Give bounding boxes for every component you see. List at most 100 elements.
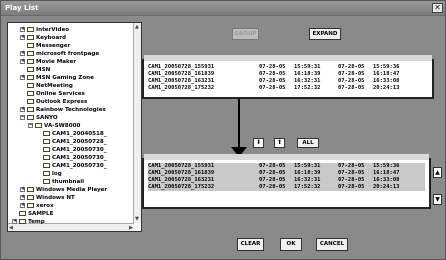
tree-item[interactable]: + microsoft frontpage	[20, 50, 99, 58]
list-row[interactable]: CAM1_20050728_175232 07-28-05 17:52:32 07-2…	[148, 184, 425, 191]
move-up-button[interactable]: ⬆	[274, 138, 285, 148]
tree-item[interactable]: − VA-SW8000	[28, 122, 80, 130]
lower-file-list[interactable]: CAM1_20050728_155931 07-28-05 15:59:31 07-2…	[142, 154, 431, 209]
expand-toggle-icon[interactable]: +	[20, 195, 25, 200]
list-row[interactable]: CAM1_20050728_161839 07-28-05 16:18:39 07-2…	[148, 71, 428, 78]
play-list-window: Play List ✕ ▲ ▼ ◀ ▶ + InterVideo + Keyboard…	[0, 0, 446, 260]
tree-item[interactable]: + Temp	[12, 218, 45, 226]
cell-time2: 16:33:08	[373, 177, 400, 183]
expand-button[interactable]: EXPAND	[309, 28, 341, 40]
cell-name: CAM1_20050728_161839	[148, 170, 215, 176]
tree-item[interactable]: + Movie Maker	[20, 58, 76, 66]
cell-time1: 15:59:31	[294, 163, 321, 169]
tree-item-label: NetMeeting	[36, 83, 73, 89]
tree-vertical-scrollbar[interactable]: ▲ ▼	[133, 23, 141, 223]
folder-icon	[27, 195, 34, 200]
tree-item-label: CAM1_20050730_	[52, 155, 107, 161]
list-row[interactable]: CAM1_20050728_163231 07-28-05 16:32:31 07-2…	[148, 177, 425, 184]
cell-time2: 20:24:13	[373, 85, 400, 91]
folder-tree[interactable]: ▲ ▼ ◀ ▶ + InterVideo + Keyboard Messenger + mi…	[7, 22, 142, 232]
scroll-up-icon[interactable]: ▲	[135, 24, 139, 30]
cell-end: 07-28-05	[338, 184, 365, 190]
tree-item[interactable]: − SANYO	[20, 114, 58, 122]
list-row[interactable]: CAM1_20050728_155931 07-28-05 15:59:31 07-2…	[148, 163, 425, 170]
cell-start: 07-28-05	[259, 71, 286, 77]
folder-icon	[43, 139, 50, 144]
cell-time2: 16:18:47	[373, 71, 400, 77]
expand-toggle-icon[interactable]: +	[12, 219, 17, 224]
tree-item-label: Outlook Express	[36, 99, 88, 105]
folder-icon	[27, 107, 34, 112]
tree-item[interactable]: Online Services	[20, 90, 85, 98]
title-bar[interactable]: Play List ✕	[1, 1, 445, 16]
list-row[interactable]: CAM1_20050728_175232 07-28-05 17:52:32 07-2…	[148, 85, 428, 92]
tree-item[interactable]: + Windows NT	[20, 194, 75, 202]
tree-item[interactable]: CAM1_20050730_	[36, 162, 107, 170]
cancel-button[interactable]: CANCEL	[316, 238, 348, 251]
expand-toggle-icon[interactable]: +	[20, 187, 25, 192]
tree-item[interactable]: NetMeeting	[20, 82, 73, 90]
expand-toggle-icon[interactable]: +	[20, 107, 25, 112]
tree-item[interactable]: MSN	[20, 66, 50, 74]
tree-item[interactable]: + MSN Gaming Zone	[20, 74, 94, 82]
folder-icon	[27, 99, 34, 104]
tree-item[interactable]: CAM1_20050730_	[36, 146, 107, 154]
cell-name: CAM1_20050728_161839	[148, 71, 215, 77]
tree-item[interactable]: SAMPLE	[12, 210, 53, 218]
ok-button[interactable]: OK	[280, 238, 302, 251]
tree-item[interactable]: + Keyboard	[20, 34, 66, 42]
cell-start: 07-28-05	[259, 184, 286, 190]
tree-item[interactable]: CAM1_20050730_	[36, 154, 107, 162]
expand-toggle-icon[interactable]: +	[20, 75, 25, 80]
tree-item[interactable]: + xerox	[20, 202, 54, 210]
move-down-button[interactable]: ⬇	[253, 138, 264, 148]
all-button[interactable]: ALL	[297, 138, 319, 148]
folder-icon	[27, 187, 34, 192]
tree-item[interactable]: + Rainbow Technologies	[20, 106, 106, 114]
expand-toggle-icon[interactable]: +	[20, 35, 25, 40]
expand-toggle-icon[interactable]: +	[20, 27, 25, 32]
cell-start: 07-28-05	[259, 64, 286, 70]
tree-item[interactable]: Messenger	[20, 42, 70, 50]
tree-item-label: CAM1_20050728_	[52, 139, 107, 145]
scroll-down-icon[interactable]: ▼	[135, 216, 139, 222]
list-row[interactable]: CAM1_20050728_155931 07-28-05 15:59:31 07-2…	[148, 64, 428, 71]
cell-time1: 16:18:39	[294, 71, 321, 77]
tree-item[interactable]: Outlook Express	[20, 98, 87, 106]
tree-item[interactable]: + Windows Media Player	[20, 186, 107, 194]
folder-icon	[43, 131, 50, 136]
group-button[interactable]: GROUP	[232, 28, 259, 40]
expand-toggle-icon[interactable]: +	[20, 51, 25, 56]
upper-file-list[interactable]: CAM1_20050728_155931 07-28-05 15:59:31 07-2…	[142, 55, 434, 99]
expand-toggle-icon[interactable]: +	[20, 59, 25, 64]
tree-item-label: CAM1_20040518_	[52, 131, 107, 137]
list-up-button[interactable]: ▲	[433, 167, 442, 178]
tree-item-label: xerox	[36, 203, 54, 209]
tree-item[interactable]: CAM1_20040518_	[36, 130, 107, 138]
expand-toggle-icon[interactable]: −	[20, 115, 25, 120]
clear-button[interactable]: CLEAR	[237, 238, 264, 251]
cell-time1: 17:52:32	[294, 184, 321, 190]
tree-item-label: thumbnail	[52, 179, 85, 185]
expand-toggle-icon[interactable]: −	[28, 123, 33, 128]
close-button[interactable]: ✕	[432, 3, 443, 13]
folder-icon	[43, 147, 50, 152]
tree-item-label: MSN	[36, 67, 51, 73]
cell-name: CAM1_20050728_175232	[148, 85, 215, 91]
list-row[interactable]: CAM1_20050728_163231 07-28-05 16:32:31 07-2…	[148, 78, 428, 85]
folder-icon	[43, 171, 50, 176]
tree-item[interactable]: + InterVideo	[20, 26, 69, 34]
list-row[interactable]: CAM1_20050728_161839 07-28-05 16:18:39 07-2…	[148, 170, 425, 177]
list-down-button[interactable]: ▼	[433, 194, 442, 205]
arrow-line	[238, 99, 240, 149]
cell-time2: 15:59:36	[373, 163, 400, 169]
tree-item[interactable]: CAM1_20050728_	[36, 138, 107, 146]
tree-item-label: Movie Maker	[36, 59, 77, 65]
expand-toggle-icon[interactable]: +	[20, 203, 25, 208]
scroll-right-icon[interactable]: ▶	[129, 225, 133, 231]
folder-icon	[19, 211, 26, 216]
folder-icon	[27, 83, 34, 88]
tree-item[interactable]: thumbnail	[36, 178, 84, 186]
cell-time1: 15:59:31	[294, 64, 321, 70]
tree-item[interactable]: log	[36, 170, 62, 178]
